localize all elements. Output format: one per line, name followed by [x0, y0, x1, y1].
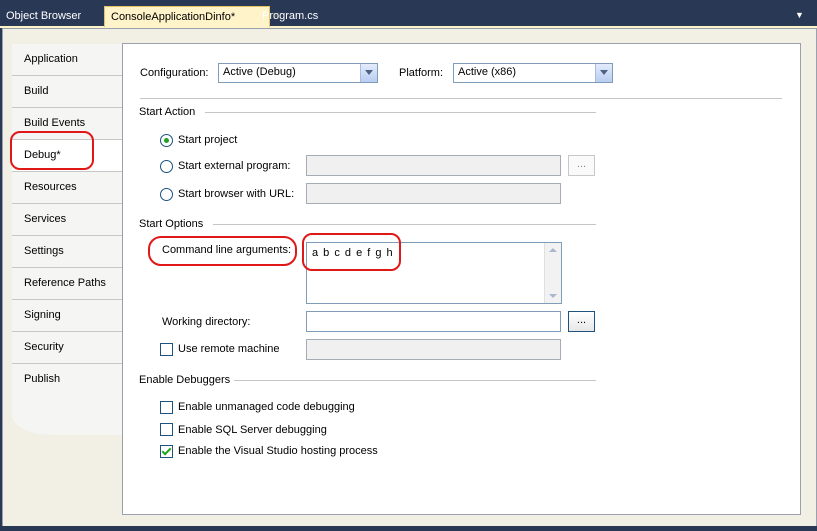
divider: [213, 224, 596, 225]
nav-item-label: Application: [24, 53, 78, 65]
nav-item-application[interactable]: Application: [12, 44, 122, 76]
chevron-down-icon[interactable]: [360, 64, 377, 82]
start-external-radio[interactable]: [160, 160, 173, 173]
nav-item-label: Security: [24, 341, 64, 353]
configuration-label: Configuration:: [140, 67, 209, 79]
configuration-value: Active (Debug): [223, 66, 296, 78]
nav-item-label: Services: [24, 213, 67, 225]
sql-debugging-checkbox[interactable]: [160, 423, 173, 436]
start-browser-label: Start browser with URL:: [178, 188, 295, 200]
enable-debuggers-header: Enable Debuggers: [139, 374, 231, 386]
nav-item-label: Signing: [24, 309, 61, 321]
nav-item-security[interactable]: Security: [12, 332, 122, 364]
divider: [205, 112, 596, 113]
divider: [234, 380, 596, 381]
nav-item-settings[interactable]: Settings: [12, 236, 122, 268]
start-project-label: Start project: [178, 134, 238, 146]
chevron-down-icon[interactable]: ▼: [795, 10, 804, 20]
nav-bottom-curve: [12, 395, 122, 435]
tab-program-cs[interactable]: Program.cs: [256, 6, 324, 26]
start-action-header: Start Action: [139, 106, 196, 118]
nav-item-build[interactable]: Build: [12, 76, 122, 108]
cmd-args-value-highlight-outline: [302, 233, 401, 271]
nav-item-label: Publish: [24, 373, 61, 385]
nav-item-reference-paths[interactable]: Reference Paths: [12, 268, 122, 300]
platform-label: Platform:: [399, 67, 444, 79]
cmd-args-scrollbar[interactable]: [544, 243, 561, 303]
cmd-args-label-highlight-outline: [148, 236, 297, 266]
hosting-process-checkbox[interactable]: [160, 445, 173, 458]
remote-machine-field[interactable]: [306, 339, 561, 360]
platform-value: Active (x86): [458, 66, 517, 78]
external-program-browse-button[interactable]: ...: [568, 155, 595, 176]
working-dir-field[interactable]: [306, 311, 561, 332]
remote-machine-checkbox[interactable]: [160, 343, 173, 356]
sql-debugging-label: Enable SQL Server debugging: [178, 424, 327, 436]
platform-select[interactable]: Active (x86): [453, 63, 613, 83]
browser-url-field[interactable]: [306, 183, 561, 204]
nav-item-label: Build: [24, 85, 49, 97]
tab-object-browser[interactable]: Object Browser: [0, 6, 87, 26]
tab-program-cs-label: Program.cs: [262, 10, 319, 22]
document-tab-strip: Object Browser ConsoleApplicationDinfo* …: [0, 0, 817, 28]
tab-console-application[interactable]: ConsoleApplicationDinfo*: [104, 6, 270, 27]
external-program-field[interactable]: [306, 155, 561, 176]
nav-item-publish[interactable]: Publish: [12, 364, 122, 396]
divider: [140, 98, 782, 99]
nav-item-services[interactable]: Services: [12, 204, 122, 236]
chevron-down-icon[interactable]: [595, 64, 612, 82]
unmanaged-debugging-checkbox[interactable]: [160, 401, 173, 414]
window-bottom-bar: [0, 526, 817, 531]
debug-highlight-outline: [10, 131, 94, 170]
hosting-process-label: Enable the Visual Studio hosting process: [178, 445, 378, 457]
start-options-header: Start Options: [139, 218, 204, 230]
nav-item-signing[interactable]: Signing: [12, 300, 122, 332]
nav-item-label: Build Events: [24, 117, 86, 129]
scroll-down-icon[interactable]: [549, 294, 557, 298]
nav-item-resources[interactable]: Resources: [12, 172, 122, 204]
nav-item-label: Settings: [24, 245, 64, 257]
working-dir-label: Working directory:: [162, 316, 251, 328]
nav-item-label: Reference Paths: [24, 277, 106, 289]
configuration-select[interactable]: Active (Debug): [218, 63, 378, 83]
working-dir-browse-button[interactable]: ...: [568, 311, 595, 332]
nav-item-label: Resources: [24, 181, 77, 193]
remote-machine-label: Use remote machine: [178, 343, 280, 355]
scroll-up-icon[interactable]: [549, 248, 557, 252]
start-project-radio[interactable]: [160, 134, 173, 147]
start-browser-radio[interactable]: [160, 188, 173, 201]
unmanaged-debugging-label: Enable unmanaged code debugging: [178, 401, 355, 413]
start-external-label: Start external program:: [178, 160, 291, 172]
